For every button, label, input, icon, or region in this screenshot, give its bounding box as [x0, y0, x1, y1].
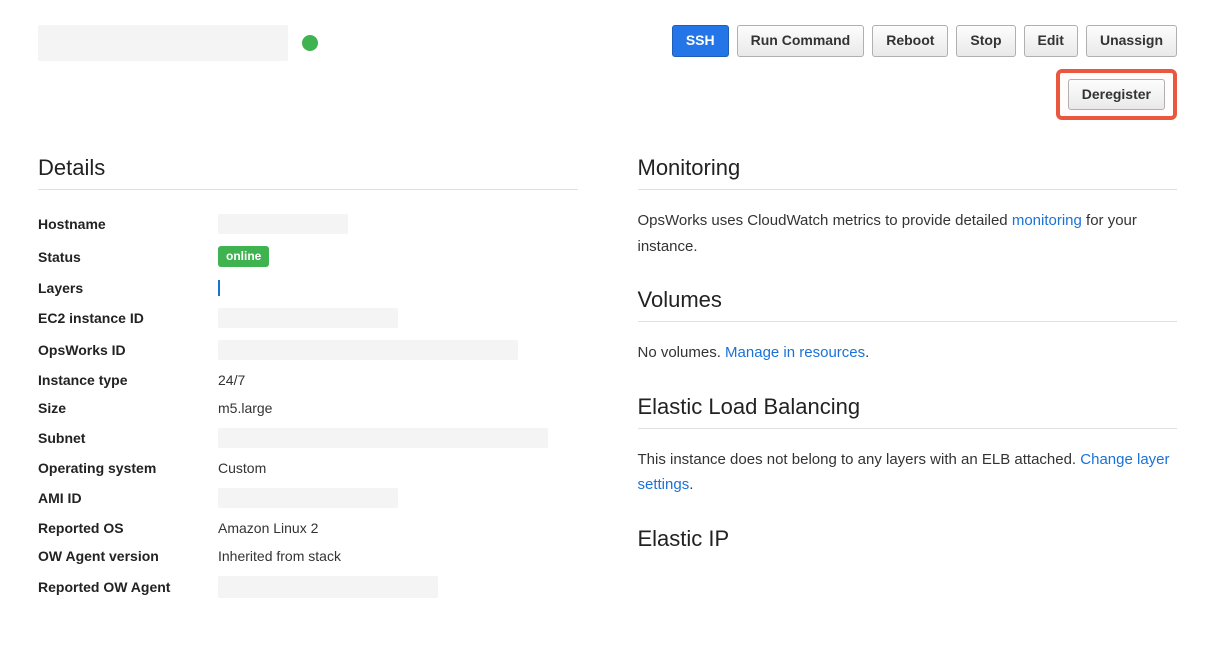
redacted-value	[218, 428, 548, 448]
monitoring-heading: Monitoring	[638, 155, 1178, 190]
ssh-button[interactable]: SSH	[672, 25, 729, 57]
layers-link-icon[interactable]	[218, 280, 220, 296]
monitoring-link[interactable]: monitoring	[1012, 212, 1082, 229]
redacted-value	[218, 488, 398, 508]
value-ami-id	[218, 482, 578, 514]
label-ami-id: AMI ID	[38, 482, 218, 514]
action-buttons-row1: SSH Run Command Reboot Stop Edit Unassig…	[672, 25, 1177, 57]
right-column: Monitoring OpsWorks uses CloudWatch metr…	[638, 155, 1178, 632]
value-os: Custom	[218, 454, 578, 482]
instance-title-area	[38, 25, 318, 61]
label-hostname: Hostname	[38, 208, 218, 240]
details-section: Details Hostname Status online Layers EC…	[38, 155, 578, 604]
details-list: Hostname Status online Layers EC2 instan…	[38, 208, 578, 604]
elb-section: Elastic Load Balancing This instance doe…	[638, 394, 1178, 498]
row-reported-ow-agent: Reported OW Agent	[38, 570, 578, 604]
monitoring-section: Monitoring OpsWorks uses CloudWatch metr…	[638, 155, 1178, 259]
elb-text-before: This instance does not belong to any lay…	[638, 451, 1081, 468]
redacted-value	[218, 340, 518, 360]
value-hostname	[218, 208, 578, 240]
label-ec2-id: EC2 instance ID	[38, 302, 218, 334]
run-command-button[interactable]: Run Command	[737, 25, 865, 57]
volumes-text-before: No volumes.	[638, 344, 726, 361]
status-badge: online	[218, 246, 269, 267]
row-ec2-id: EC2 instance ID	[38, 302, 578, 334]
value-ow-agent-version: Inherited from stack	[218, 542, 578, 570]
redacted-value	[218, 576, 438, 598]
deregister-button[interactable]: Deregister	[1068, 79, 1165, 111]
row-hostname: Hostname	[38, 208, 578, 240]
row-reported-os: Reported OS Amazon Linux 2	[38, 514, 578, 542]
elb-text-after: .	[689, 476, 693, 493]
label-layers: Layers	[38, 273, 218, 302]
row-layers: Layers	[38, 273, 578, 302]
elb-text: This instance does not belong to any lay…	[638, 447, 1178, 498]
row-os: Operating system Custom	[38, 454, 578, 482]
label-os: Operating system	[38, 454, 218, 482]
row-opsworks-id: OpsWorks ID	[38, 334, 578, 366]
elb-heading: Elastic Load Balancing	[638, 394, 1178, 429]
label-instance-type: Instance type	[38, 366, 218, 394]
status-indicator-icon	[302, 35, 318, 51]
value-instance-type: 24/7	[218, 366, 578, 394]
row-ami-id: AMI ID	[38, 482, 578, 514]
eip-section: Elastic IP	[638, 526, 1178, 560]
value-reported-ow-agent	[218, 570, 578, 604]
row-status: Status online	[38, 240, 578, 273]
instance-header: SSH Run Command Reboot Stop Edit Unassig…	[38, 25, 1177, 120]
redacted-value	[218, 214, 348, 234]
volumes-text: No volumes. Manage in resources.	[638, 340, 1178, 366]
value-size: m5.large	[218, 394, 578, 422]
row-size: Size m5.large	[38, 394, 578, 422]
label-opsworks-id: OpsWorks ID	[38, 334, 218, 366]
value-reported-os: Amazon Linux 2	[218, 514, 578, 542]
volumes-text-after: .	[865, 344, 869, 361]
value-layers[interactable]	[218, 273, 578, 302]
monitoring-text: OpsWorks uses CloudWatch metrics to prov…	[638, 208, 1178, 259]
action-buttons: SSH Run Command Reboot Stop Edit Unassig…	[672, 25, 1177, 120]
label-reported-os: Reported OS	[38, 514, 218, 542]
details-heading: Details	[38, 155, 578, 190]
monitoring-text-before: OpsWorks uses CloudWatch metrics to prov…	[638, 212, 1012, 229]
value-subnet	[218, 422, 578, 454]
eip-heading: Elastic IP	[638, 526, 1178, 560]
reboot-button[interactable]: Reboot	[872, 25, 948, 57]
edit-button[interactable]: Edit	[1024, 25, 1078, 57]
value-status: online	[218, 240, 578, 273]
label-reported-ow-agent: Reported OW Agent	[38, 570, 218, 604]
row-ow-agent-version: OW Agent version Inherited from stack	[38, 542, 578, 570]
deregister-highlight: Deregister	[1056, 69, 1177, 121]
volumes-section: Volumes No volumes. Manage in resources.	[638, 287, 1178, 366]
label-subnet: Subnet	[38, 422, 218, 454]
volumes-heading: Volumes	[638, 287, 1178, 322]
left-column: Details Hostname Status online Layers EC…	[38, 155, 578, 632]
row-subnet: Subnet	[38, 422, 578, 454]
value-ec2-id	[218, 302, 578, 334]
redacted-value	[218, 308, 398, 328]
value-opsworks-id	[218, 334, 578, 366]
unassign-button[interactable]: Unassign	[1086, 25, 1177, 57]
label-size: Size	[38, 394, 218, 422]
label-ow-agent-version: OW Agent version	[38, 542, 218, 570]
row-instance-type: Instance type 24/7	[38, 366, 578, 394]
label-status: Status	[38, 240, 218, 273]
action-buttons-row2: Deregister	[1056, 69, 1177, 121]
stop-button[interactable]: Stop	[956, 25, 1015, 57]
instance-name-redacted	[38, 25, 288, 61]
manage-resources-link[interactable]: Manage in resources	[725, 344, 865, 361]
